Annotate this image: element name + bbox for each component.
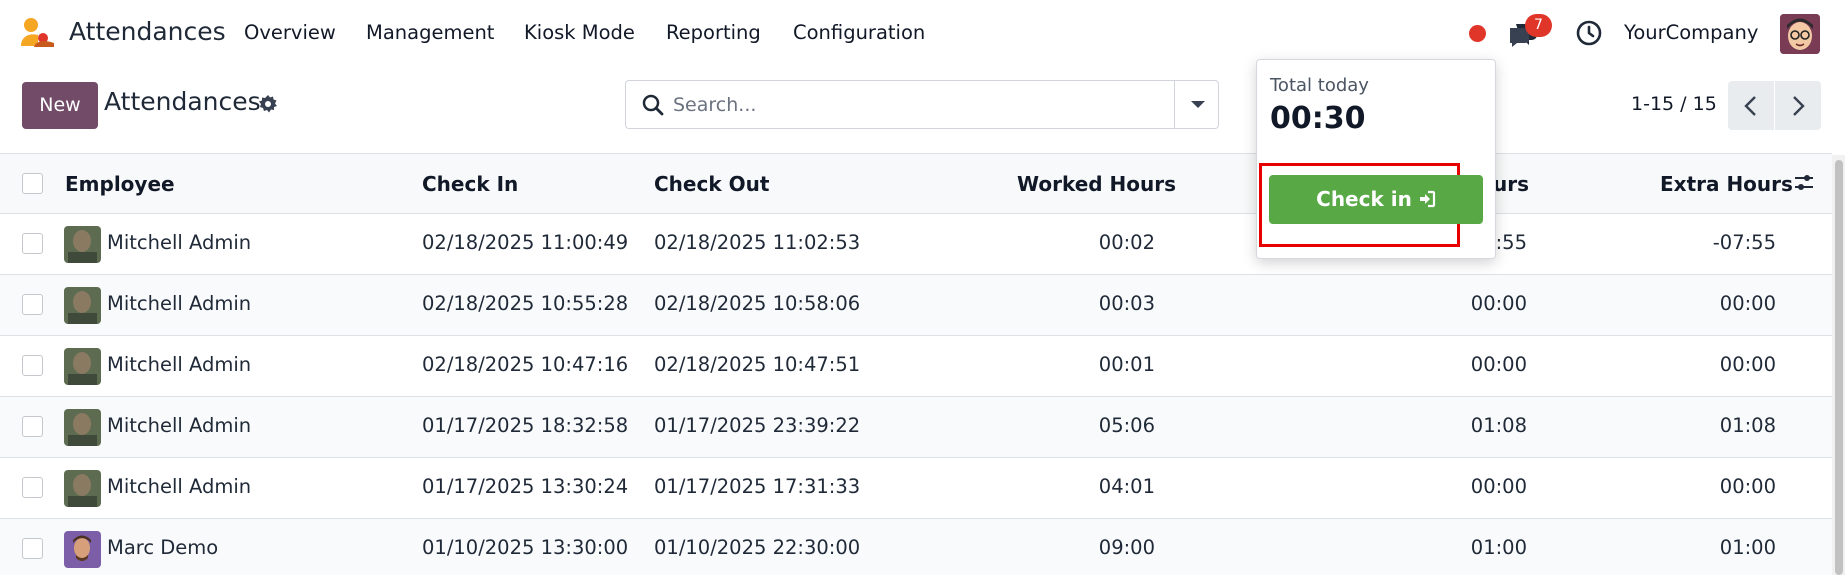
column-worked-hours[interactable]: Worked Hours <box>1017 172 1176 196</box>
check-in-cell: 02/18/2025 10:47:16 <box>422 353 629 376</box>
worked-hours-cell: 04:01 <box>1098 475 1155 498</box>
table-row[interactable]: Mitchell Admin 02/18/2025 10:55:28 02/18… <box>0 275 1832 336</box>
table-row[interactable]: Marc Demo 01/10/2025 13:30:00 01/10/2025… <box>0 519 1832 575</box>
app-name[interactable]: Attendances <box>69 17 226 46</box>
check-out-cell: 01/17/2025 23:39:22 <box>654 414 861 437</box>
column-overtime-hours[interactable]: urs <box>1493 172 1529 196</box>
recording-status-dot[interactable] <box>1469 25 1486 42</box>
worked-hours-cell: 00:01 <box>1098 353 1155 376</box>
row-checkbox[interactable] <box>22 233 43 254</box>
extra-hours-cell: 00:00 <box>1719 353 1776 376</box>
chat-badge: 7 <box>1525 14 1552 37</box>
extra-hours-cell: 01:00 <box>1719 536 1776 559</box>
extra-hours-cell: 01:08 <box>1719 414 1776 437</box>
check-out-cell: 02/18/2025 10:47:51 <box>654 353 861 376</box>
column-employee[interactable]: Employee <box>65 172 175 196</box>
clock-icon[interactable] <box>1576 20 1602 46</box>
search-input[interactable] <box>673 86 1093 123</box>
company-switcher[interactable]: YourCompany <box>1624 21 1758 44</box>
menu-management[interactable]: Management <box>366 21 494 44</box>
extra-hours-cell: -07:55 <box>1712 231 1776 254</box>
check-in-label: Check in <box>1316 187 1412 211</box>
pager-value[interactable]: 1-15 / 15 <box>1631 93 1717 115</box>
check-in-cell: 01/17/2025 13:30:24 <box>422 475 629 498</box>
employee-name: Marc Demo <box>107 536 219 559</box>
employee-avatar <box>64 287 101 324</box>
employee-name: Mitchell Admin <box>107 231 252 254</box>
gear-icon[interactable] <box>258 94 278 114</box>
overtime-hours-cell: 00:00 <box>1470 353 1527 376</box>
chevron-left-icon <box>1744 96 1756 116</box>
row-checkbox[interactable] <box>22 477 43 498</box>
column-check-in[interactable]: Check In <box>422 172 518 196</box>
app-logo-icon[interactable] <box>20 16 56 48</box>
check-in-cell: 02/18/2025 11:00:49 <box>422 231 629 254</box>
menu-kiosk-mode[interactable]: Kiosk Mode <box>524 21 635 44</box>
total-today-label: Total today <box>1270 75 1369 96</box>
employee-avatar <box>64 348 101 385</box>
table-row[interactable]: Mitchell Admin 02/18/2025 11:00:49 02/18… <box>0 214 1832 275</box>
check-out-cell: 01/17/2025 17:31:33 <box>654 475 861 498</box>
employee-avatar <box>64 226 101 263</box>
menu-overview[interactable]: Overview <box>244 21 336 44</box>
extra-hours-cell: 00:00 <box>1719 475 1776 498</box>
employee-avatar <box>64 531 101 568</box>
top-navbar: Attendances Overview Management Kiosk Mo… <box>0 0 1845 66</box>
column-settings-icon[interactable] <box>1793 172 1815 194</box>
table-row[interactable]: Mitchell Admin 01/17/2025 18:32:58 01/17… <box>0 397 1832 458</box>
check-in-cell: 01/10/2025 13:30:00 <box>422 536 629 559</box>
sign-in-icon <box>1419 190 1435 208</box>
menu-configuration[interactable]: Configuration <box>793 21 925 44</box>
column-check-out[interactable]: Check Out <box>654 172 769 196</box>
table-header: Employee Check In Check Out Worked Hours… <box>0 153 1832 214</box>
row-checkbox[interactable] <box>22 538 43 559</box>
search-icon <box>642 94 664 116</box>
scrollbar-thumb[interactable] <box>1835 160 1843 575</box>
new-button[interactable]: New <box>22 82 98 129</box>
extra-hours-cell: 00:00 <box>1719 292 1776 315</box>
total-today-value: 00:30 <box>1270 101 1366 136</box>
pager-previous-button[interactable] <box>1728 81 1774 130</box>
overtime-hours-cell: 00:00 <box>1470 292 1527 315</box>
column-extra-hours[interactable]: Extra Hours <box>1660 172 1793 196</box>
overtime-hours-cell: 01:00 <box>1470 536 1527 559</box>
check-in-cell: 02/18/2025 10:55:28 <box>422 292 629 315</box>
overtime-hours-cell: 00:00 <box>1470 475 1527 498</box>
search-bar <box>625 80 1219 129</box>
row-checkbox[interactable] <box>22 416 43 437</box>
row-checkbox[interactable] <box>22 355 43 376</box>
user-avatar[interactable] <box>1780 14 1820 54</box>
check-in-cell: 01/17/2025 18:32:58 <box>422 414 629 437</box>
check-in-button[interactable]: Check in <box>1269 175 1483 224</box>
table-row[interactable]: Mitchell Admin 01/17/2025 13:30:24 01/17… <box>0 458 1832 519</box>
employee-avatar <box>64 409 101 446</box>
worked-hours-cell: 09:00 <box>1098 536 1155 559</box>
caret-down-icon <box>1191 101 1205 108</box>
worked-hours-cell: 00:02 <box>1098 231 1155 254</box>
employee-name: Mitchell Admin <box>107 353 252 376</box>
employee-name: Mitchell Admin <box>107 414 252 437</box>
worked-hours-cell: 05:06 <box>1098 414 1155 437</box>
worked-hours-cell: 00:03 <box>1098 292 1155 315</box>
page-title: Attendances <box>104 87 261 116</box>
check-out-cell: 02/18/2025 10:58:06 <box>654 292 861 315</box>
chevron-right-icon <box>1793 96 1805 116</box>
menu-reporting[interactable]: Reporting <box>666 21 761 44</box>
table-row[interactable]: Mitchell Admin 02/18/2025 10:47:16 02/18… <box>0 336 1832 397</box>
search-options-toggle[interactable] <box>1174 80 1219 129</box>
employee-avatar <box>64 470 101 507</box>
check-out-cell: 01/10/2025 22:30:00 <box>654 536 861 559</box>
pager-next-button[interactable] <box>1775 81 1821 130</box>
row-checkbox[interactable] <box>22 294 43 315</box>
employee-name: Mitchell Admin <box>107 292 252 315</box>
overtime-hours-cell: 01:08 <box>1470 414 1527 437</box>
select-all-checkbox[interactable] <box>22 173 43 194</box>
check-out-cell: 02/18/2025 11:02:53 <box>654 231 861 254</box>
employee-name: Mitchell Admin <box>107 475 252 498</box>
